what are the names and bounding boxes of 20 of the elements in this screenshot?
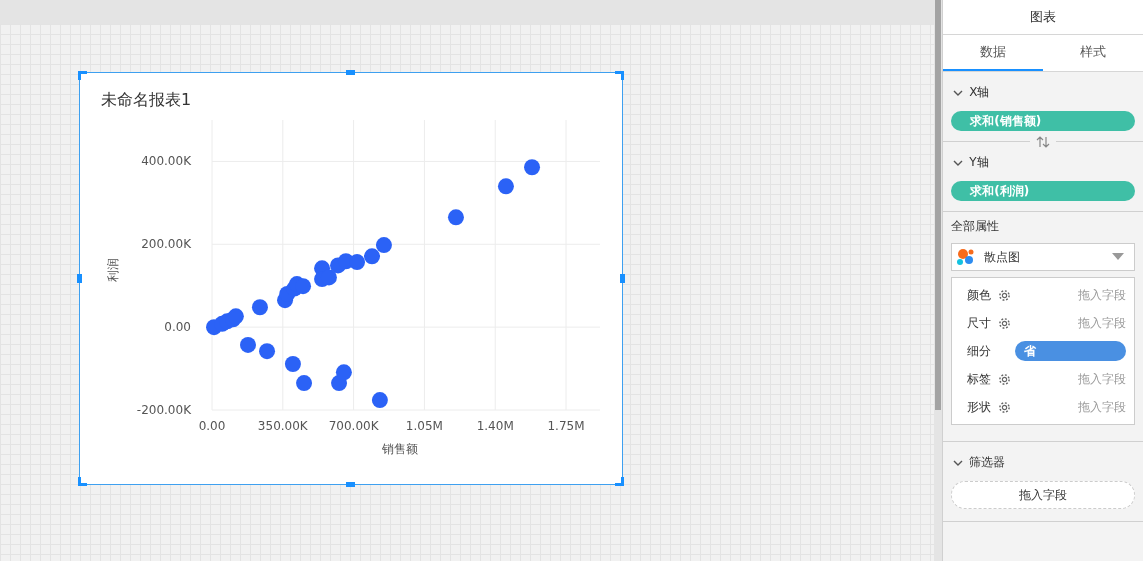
panel-title: 图表: [943, 0, 1143, 35]
y-tick-label: -200.00K: [136, 403, 191, 417]
x-tick-label: 1.40M: [476, 419, 514, 433]
encoding-label: 标签: [967, 370, 993, 388]
encoding-label: 颜色: [967, 286, 993, 304]
y-tick-label: 400.00K: [141, 154, 191, 169]
chart-title: 未命名报表1: [101, 90, 192, 111]
encoding-label: 形状: [967, 398, 993, 416]
y-tick-label: 200.00K: [141, 237, 191, 252]
y-tick-label: 0.00: [164, 320, 191, 335]
x-tick-label: 1.05M: [405, 419, 443, 433]
x-tick-label: 700.00K: [328, 419, 379, 433]
x-tick-label: 350.00K: [257, 419, 308, 433]
y-axis-title: 利润: [106, 258, 120, 282]
encoding-label: 细分: [967, 342, 993, 360]
x-tick-label: 0.00: [198, 419, 226, 433]
section-label: 全部属性: [951, 218, 1001, 235]
x-tick-label: 1.75M: [547, 419, 585, 433]
encoding-label: 尺寸: [967, 314, 993, 332]
x-axis-title: 销售额: [382, 442, 418, 456]
